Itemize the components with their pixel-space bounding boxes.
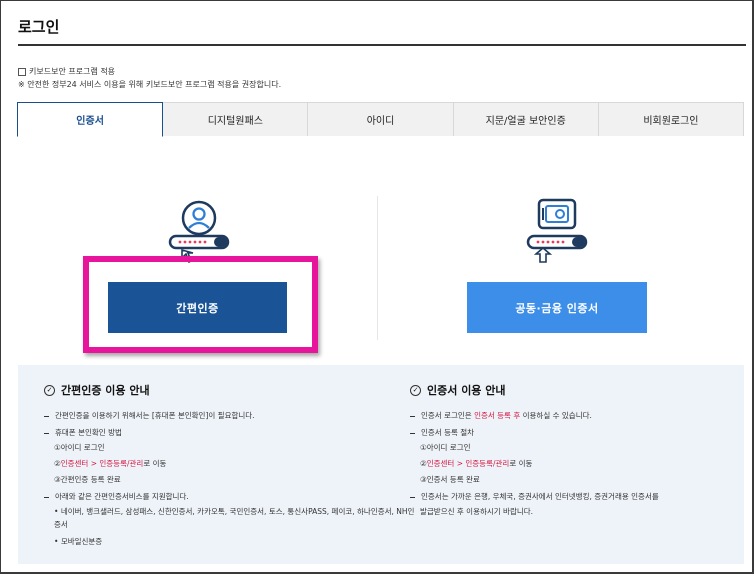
page-title: 로그인	[18, 18, 60, 36]
simple-auth-guide-title: ✓ 간편인증 이용 안내	[44, 382, 150, 398]
guide-item: 간편인증을 이용하기 위해서는 [휴대폰 본인확인]이 필요합니다.	[44, 410, 255, 421]
certificate-login-button[interactable]: 공동·금융 인증서	[467, 282, 647, 333]
guide-panel: ✓ 간편인증 이용 안내 간편인증을 이용하기 위해서는 [휴대폰 본인확인]이…	[18, 365, 744, 564]
guide-step: ①아이디 로그인	[420, 443, 471, 452]
guide-step: ②인증센터 > 인증등록/관리로 이동	[420, 459, 533, 468]
simple-auth-button[interactable]: 간편인증	[108, 282, 287, 333]
cert-center-link[interactable]: 인증센터 > 인증등록/관리	[61, 459, 144, 468]
guide-item: 인증서는 가까운 은행, 우체국, 증권사에서 인터넷뱅킹, 증권거래용 인증서…	[410, 491, 659, 502]
guide-item: 휴대폰 본인확인 방법	[44, 427, 122, 438]
keyboard-security-checkbox[interactable]	[18, 67, 26, 76]
guide-step: ③간편인증 등록 완료	[54, 475, 121, 484]
guide-step: ①아이디 로그인	[54, 443, 105, 452]
option-divider	[377, 196, 378, 340]
tab-biometric[interactable]: 지문/얼굴 보안인증	[452, 102, 599, 136]
guide-item: 인증서 로그인은 인증서 등록 후 이용하실 수 있습니다.	[410, 410, 592, 421]
provider-list: • 네이버, 뱅크샐러드, 삼성패스, 신한인증서, 카카오톡, 국민인증서, …	[54, 507, 415, 516]
guide-item: 인증서 등록 절차	[410, 427, 474, 438]
safe-card-icon	[526, 198, 588, 263]
title-divider	[18, 44, 746, 46]
cert-register-link[interactable]: 인증서 등록 후	[474, 411, 520, 420]
keyboard-security-row[interactable]: 키보드보안 프로그램 적용	[18, 66, 115, 77]
tab-id[interactable]: 아이디	[307, 102, 454, 136]
cert-center-link[interactable]: 인증센터 > 인증등록/관리	[427, 459, 510, 468]
check-circle-icon: ✓	[410, 384, 421, 396]
provider-list-cont: 증서	[54, 520, 68, 529]
keyboard-security-note: ※ 안전한 정부24 서비스 이용을 위해 키보드보안 프로그램 적용을 권장합…	[18, 80, 282, 89]
guide-item-cont: 발급받으신 후 이용하시기 바랍니다.	[420, 507, 534, 516]
tab-digital-onepass[interactable]: 디지털원패스	[162, 102, 309, 136]
login-tabs: 인증서 디지털원패스 아이디 지문/얼굴 보안인증 비회원로그인	[17, 102, 745, 137]
guide-step: ②인증센터 > 인증등록/관리로 이동	[54, 459, 167, 468]
check-circle-icon: ✓	[44, 384, 55, 396]
certificate-guide-title: ✓ 인증서 이용 안내	[410, 382, 506, 398]
guide-item: 아래와 같은 간편인증서비스를 지원합니다.	[44, 491, 189, 502]
tab-certificate[interactable]: 인증서	[17, 102, 164, 137]
guide-step: ③인증서 등록 완료	[420, 475, 480, 484]
keyboard-security-label: 키보드보안 프로그램 적용	[29, 67, 116, 76]
mobile-id-item: • 모바일신분증	[54, 537, 103, 546]
tab-guest-login[interactable]: 비회원로그인	[597, 102, 745, 136]
